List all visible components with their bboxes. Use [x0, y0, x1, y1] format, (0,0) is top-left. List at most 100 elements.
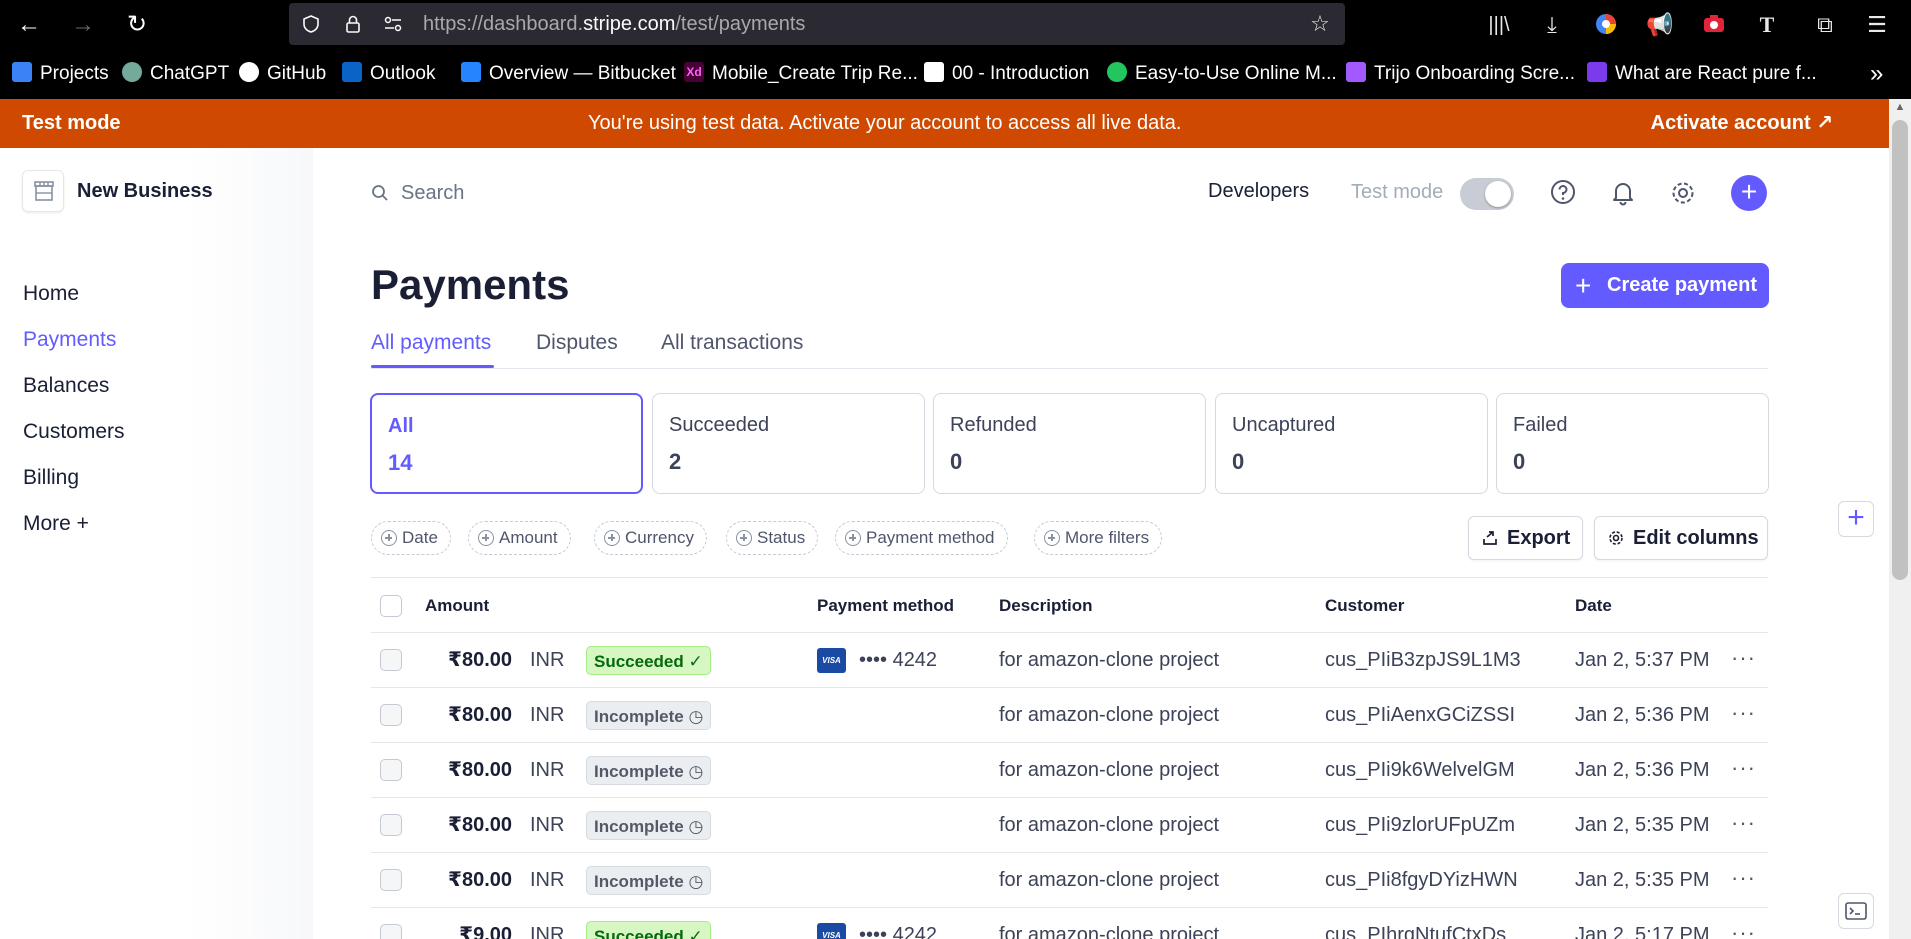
filter-more[interactable]: More filters: [1034, 521, 1163, 555]
table-row[interactable]: ₹80.00 INR Incomplete ◷ for amazon-clone…: [371, 688, 1768, 743]
bookmark-bitbucket[interactable]: Overview — Bitbucket: [461, 49, 676, 99]
card-last4: •••• 4242: [859, 924, 938, 939]
side-add-button[interactable]: +: [1838, 501, 1874, 537]
megaphone-icon[interactable]: 📢: [1646, 12, 1673, 38]
filter-date[interactable]: Date: [371, 521, 451, 555]
reload-icon[interactable]: ↻: [122, 10, 152, 40]
bookmark-outlook[interactable]: Outlook: [342, 49, 435, 99]
download-icon[interactable]: ⤓: [1539, 12, 1565, 38]
library-icon[interactable]: |||\: [1486, 12, 1512, 38]
back-arrow-icon[interactable]: ←: [14, 10, 44, 40]
more-actions-icon[interactable]: ···: [1731, 688, 1756, 738]
customer-id[interactable]: cus_PIiAenxGCiZSSI: [1325, 688, 1515, 743]
row-checkbox[interactable]: [380, 649, 402, 671]
status-card-succeeded[interactable]: Succeeded 2: [652, 393, 925, 494]
sidebar-item-more[interactable]: More +: [23, 512, 89, 536]
row-checkbox[interactable]: [380, 924, 402, 939]
address-bar[interactable]: https://dashboard.stripe.com/test/paymen…: [289, 3, 1345, 45]
column-description[interactable]: Description: [999, 578, 1093, 634]
more-actions-icon[interactable]: ···: [1731, 633, 1756, 683]
status-card-uncaptured[interactable]: Uncaptured 0: [1215, 393, 1488, 494]
table-row[interactable]: ₹80.00 INR Succeeded ✓ VISA •••• 4242 fo…: [371, 633, 1768, 688]
column-date[interactable]: Date: [1575, 578, 1612, 634]
search-input[interactable]: Search: [371, 178, 571, 208]
tab-all-transactions[interactable]: All transactions: [661, 331, 803, 355]
tab-all-payments[interactable]: All payments: [371, 331, 491, 355]
table-row[interactable]: ₹80.00 INR Incomplete ◷ for amazon-clone…: [371, 743, 1768, 798]
more-actions-icon[interactable]: ···: [1731, 798, 1756, 848]
forward-arrow-icon[interactable]: →: [68, 10, 98, 40]
create-payment-button[interactable]: + Create payment: [1561, 263, 1769, 308]
terminal-icon[interactable]: [1838, 893, 1874, 929]
filter-status[interactable]: Status: [726, 521, 819, 555]
developers-link[interactable]: Developers: [1208, 180, 1309, 203]
bookmark-star-icon[interactable]: ☆: [1307, 11, 1333, 37]
text-tool-icon[interactable]: T: [1754, 12, 1780, 38]
column-payment-method[interactable]: Payment method: [817, 578, 954, 634]
bookmark-chatgpt[interactable]: ChatGPT: [122, 49, 229, 99]
description: for amazon-clone project: [999, 704, 1220, 726]
outlook-icon: [342, 61, 362, 82]
menu-hamburger-icon[interactable]: ☰: [1864, 12, 1890, 38]
status-card-failed[interactable]: Failed 0: [1496, 393, 1769, 494]
permissions-icon[interactable]: [383, 14, 403, 34]
extensions-puzzle-icon[interactable]: ⧉: [1812, 12, 1838, 38]
select-all-checkbox[interactable]: [380, 595, 402, 617]
lock-icon[interactable]: [343, 14, 363, 34]
customer-id[interactable]: cus_PIi9k6WelvelGM: [1325, 743, 1515, 798]
status-card-all[interactable]: All 14: [370, 393, 643, 494]
filter-currency[interactable]: Currency: [594, 521, 707, 555]
status-badge: Incomplete ◷: [586, 701, 712, 730]
customer-id[interactable]: cus_PIi8fgyDYizHWN: [1325, 853, 1518, 908]
screenshot-icon[interactable]: [1701, 12, 1727, 38]
scrollbar-thumb[interactable]: [1892, 120, 1908, 580]
row-checkbox[interactable]: [380, 704, 402, 726]
filter-payment-method[interactable]: Payment method: [835, 521, 1008, 555]
tab-disputes[interactable]: Disputes: [536, 331, 618, 355]
table-row[interactable]: ₹9.00 INR Succeeded ✓ VISA •••• 4242 for…: [371, 908, 1768, 939]
bell-icon[interactable]: [1608, 178, 1638, 208]
edit-columns-button[interactable]: Edit columns: [1594, 516, 1768, 560]
table-row[interactable]: ₹80.00 INR Incomplete ◷ for amazon-clone…: [371, 798, 1768, 853]
row-checkbox[interactable]: [380, 814, 402, 836]
help-icon[interactable]: [1548, 178, 1578, 208]
column-amount[interactable]: Amount: [425, 578, 489, 634]
activate-account-link[interactable]: Activate account ↗: [1651, 99, 1833, 148]
customer-id[interactable]: cus_PIiB3zpJS9L1M3: [1325, 633, 1521, 688]
status-card-refunded[interactable]: Refunded 0: [933, 393, 1206, 494]
more-actions-icon[interactable]: ···: [1731, 853, 1756, 903]
plus-circle-icon: [381, 530, 397, 546]
bookmark-github[interactable]: GitHub: [239, 49, 326, 99]
shield-icon[interactable]: [301, 14, 321, 34]
customer-id[interactable]: cus_PIhrqNtufCtxDs: [1325, 908, 1506, 939]
table-row[interactable]: ₹80.00 INR Incomplete ◷ for amazon-clone…: [371, 853, 1768, 908]
add-new-button[interactable]: +: [1731, 175, 1767, 211]
filter-amount[interactable]: Amount: [468, 521, 571, 555]
sidebar-item-customers[interactable]: Customers: [23, 420, 125, 444]
bookmark-trijo[interactable]: Trijo Onboarding Scre...: [1346, 49, 1575, 99]
sidebar-item-home[interactable]: Home: [23, 282, 79, 306]
bookmark-react[interactable]: What are React pure f...: [1587, 49, 1817, 99]
bookmark-introduction[interactable]: 00 - Introduction: [924, 49, 1089, 99]
sidebar-item-balances[interactable]: Balances: [23, 374, 109, 398]
more-actions-icon[interactable]: ···: [1731, 908, 1756, 939]
sidebar-item-payments[interactable]: Payments: [23, 328, 116, 352]
bookmark-adobe-xd[interactable]: Xd Mobile_Create Trip Re...: [684, 49, 918, 99]
column-customer[interactable]: Customer: [1325, 578, 1404, 634]
test-mode-toggle[interactable]: [1460, 178, 1514, 210]
bookmark-projects[interactable]: Projects: [12, 49, 109, 99]
more-actions-icon[interactable]: ···: [1731, 743, 1756, 793]
sidebar-item-billing[interactable]: Billing: [23, 466, 79, 490]
extension-colorful-icon[interactable]: [1593, 12, 1619, 38]
row-checkbox[interactable]: [380, 759, 402, 781]
scroll-up-icon[interactable]: ▲: [1892, 101, 1908, 115]
currency: INR: [530, 759, 565, 781]
date: Jan 2, 5:36 PM: [1575, 704, 1710, 726]
account-switcher[interactable]: New Business: [22, 170, 322, 214]
row-checkbox[interactable]: [380, 869, 402, 891]
customer-id[interactable]: cus_PIi9zlorUFpUZm: [1325, 798, 1515, 853]
bookmark-easy-to-use[interactable]: Easy-to-Use Online M...: [1107, 49, 1337, 99]
export-button[interactable]: Export: [1468, 516, 1583, 560]
gear-icon[interactable]: [1668, 178, 1698, 208]
chevron-right-double-icon[interactable]: »: [1870, 49, 1883, 99]
